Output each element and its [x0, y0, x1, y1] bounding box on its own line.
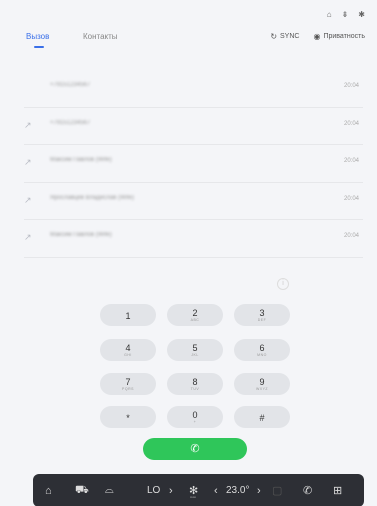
key-2[interactable]: 2 ABC [167, 304, 223, 326]
call-time: 20:04 [343, 233, 359, 239]
lock-icon: ⌂ [326, 10, 332, 19]
sync-button[interactable]: ↻ SYNC [270, 32, 299, 41]
call-name: +79151234567 [50, 119, 91, 126]
temp-decrease-icon[interactable]: ‹ [214, 485, 218, 497]
key-5[interactable]: 5 JKL [167, 339, 223, 361]
call-name: Максим Павлов (Wife) [50, 232, 112, 238]
key-letters: WXYZ [255, 387, 269, 391]
key-digit: 8 [192, 377, 198, 387]
temp-increase-icon[interactable]: › [257, 485, 261, 497]
key-3[interactable]: 3 DEF [234, 304, 290, 326]
call-time: 20:04 [343, 158, 359, 164]
tab-calls[interactable]: Вызов [26, 32, 49, 41]
key-hash[interactable]: # [234, 406, 290, 428]
bottom-dock: ⌂ ⛟ ⌓ LO › ✻ Auto ‹ 23.0° › ▢ ✆ ⊞ [33, 474, 364, 506]
key-digit: 4 [125, 343, 131, 353]
call-row[interactable]: ↗ Максим Павлов (Wife) 20:04 [24, 145, 363, 183]
key-digit: 5 [192, 343, 198, 353]
top-actions: ↻ SYNC ◉ Приватность [270, 32, 365, 41]
outgoing-call-icon: ↗ [24, 157, 32, 167]
key-letters: TUV [190, 387, 200, 391]
car-icon[interactable]: ⛟ [75, 484, 89, 498]
seat-icon[interactable]: ⌓ [105, 484, 114, 497]
key-digit: 3 [259, 308, 265, 318]
outgoing-call-icon: ↗ [24, 194, 32, 205]
tab-contacts[interactable]: Контакты [83, 32, 118, 41]
key-7[interactable]: 7 PQRS [100, 373, 156, 395]
bluetooth-icon: ✱ [358, 10, 365, 19]
key-digit: # [259, 413, 265, 423]
key-letters: GHI [124, 353, 132, 357]
download-icon: ⇟ [341, 10, 349, 19]
temperature-label: 23.0° [226, 485, 250, 496]
call-time: 20:04 [343, 195, 359, 202]
status-bar: ⌂ ⇟ ✱ [327, 10, 365, 19]
privacy-icon: ◉ [313, 32, 321, 41]
call-row[interactable]: ↗ Максим Павлов (Wife) 20:04 [24, 220, 363, 258]
call-time: 20:04 [343, 83, 359, 89]
empty-slot-icon: ▢ [272, 485, 283, 497]
call-name: +79151234567 [50, 82, 91, 88]
privacy-label: Приватность [323, 33, 365, 40]
key-digit: 1 [125, 311, 131, 321]
key-digit: 6 [259, 343, 265, 353]
top-bar: Вызов Контакты ↻ SYNC ◉ Приватность [26, 32, 365, 52]
key-letters: JKL [191, 353, 199, 357]
apps-grid-icon[interactable]: ⊞ [333, 484, 342, 497]
call-name: Ярославцев Владислав (Wife) [50, 194, 134, 201]
fan-increase-icon[interactable]: › [169, 485, 173, 497]
key-letters: PQRS [122, 387, 134, 391]
key-letters: + [193, 420, 197, 424]
call-row[interactable]: +79151234567 20:04 [24, 70, 363, 108]
info-icon[interactable]: i [277, 278, 289, 290]
key-1[interactable]: 1 [100, 304, 156, 326]
phone-icon: ✆ [190, 443, 200, 455]
call-button[interactable]: ✆ [143, 438, 247, 460]
phone-icon[interactable]: ✆ [303, 484, 312, 497]
key-letters: DEF [257, 318, 267, 322]
privacy-button[interactable]: ◉ Приватность [313, 32, 365, 41]
outgoing-call-icon: ↗ [24, 232, 32, 242]
call-list: +79151234567 20:04 ↗ +79151234567 20:04 … [24, 70, 363, 258]
active-tab-indicator [34, 46, 44, 48]
key-letters: MNO [257, 353, 267, 357]
key-8[interactable]: 8 TUV [167, 373, 223, 395]
key-6[interactable]: 6 MNO [234, 339, 290, 361]
key-digit: 9 [259, 377, 265, 387]
key-digit: 2 [192, 308, 198, 318]
call-name: Максим Павлов (Wife) [50, 157, 112, 163]
call-time: 20:04 [343, 120, 359, 127]
key-star[interactable]: * [100, 406, 156, 428]
fan-mode-label[interactable]: LO [147, 485, 160, 496]
key-9[interactable]: 9 WXYZ [234, 373, 290, 395]
sync-label: SYNC [280, 33, 300, 40]
call-row[interactable]: ↗ Ярославцев Владислав (Wife) 20:04 [24, 183, 363, 220]
fan-auto-label: Auto [190, 495, 197, 499]
key-digit: 7 [125, 377, 131, 387]
key-digit: * [126, 413, 130, 423]
outgoing-call-icon: ↗ [24, 119, 32, 130]
home-icon[interactable]: ⌂ [45, 485, 52, 497]
key-digit: 0 [192, 410, 198, 420]
call-row[interactable]: ↗ +79151234567 20:04 [24, 108, 363, 145]
sync-icon: ↻ [270, 32, 278, 41]
key-4[interactable]: 4 GHI [100, 339, 156, 361]
key-letters: ABC [190, 318, 200, 322]
key-0[interactable]: 0 + [167, 406, 223, 428]
